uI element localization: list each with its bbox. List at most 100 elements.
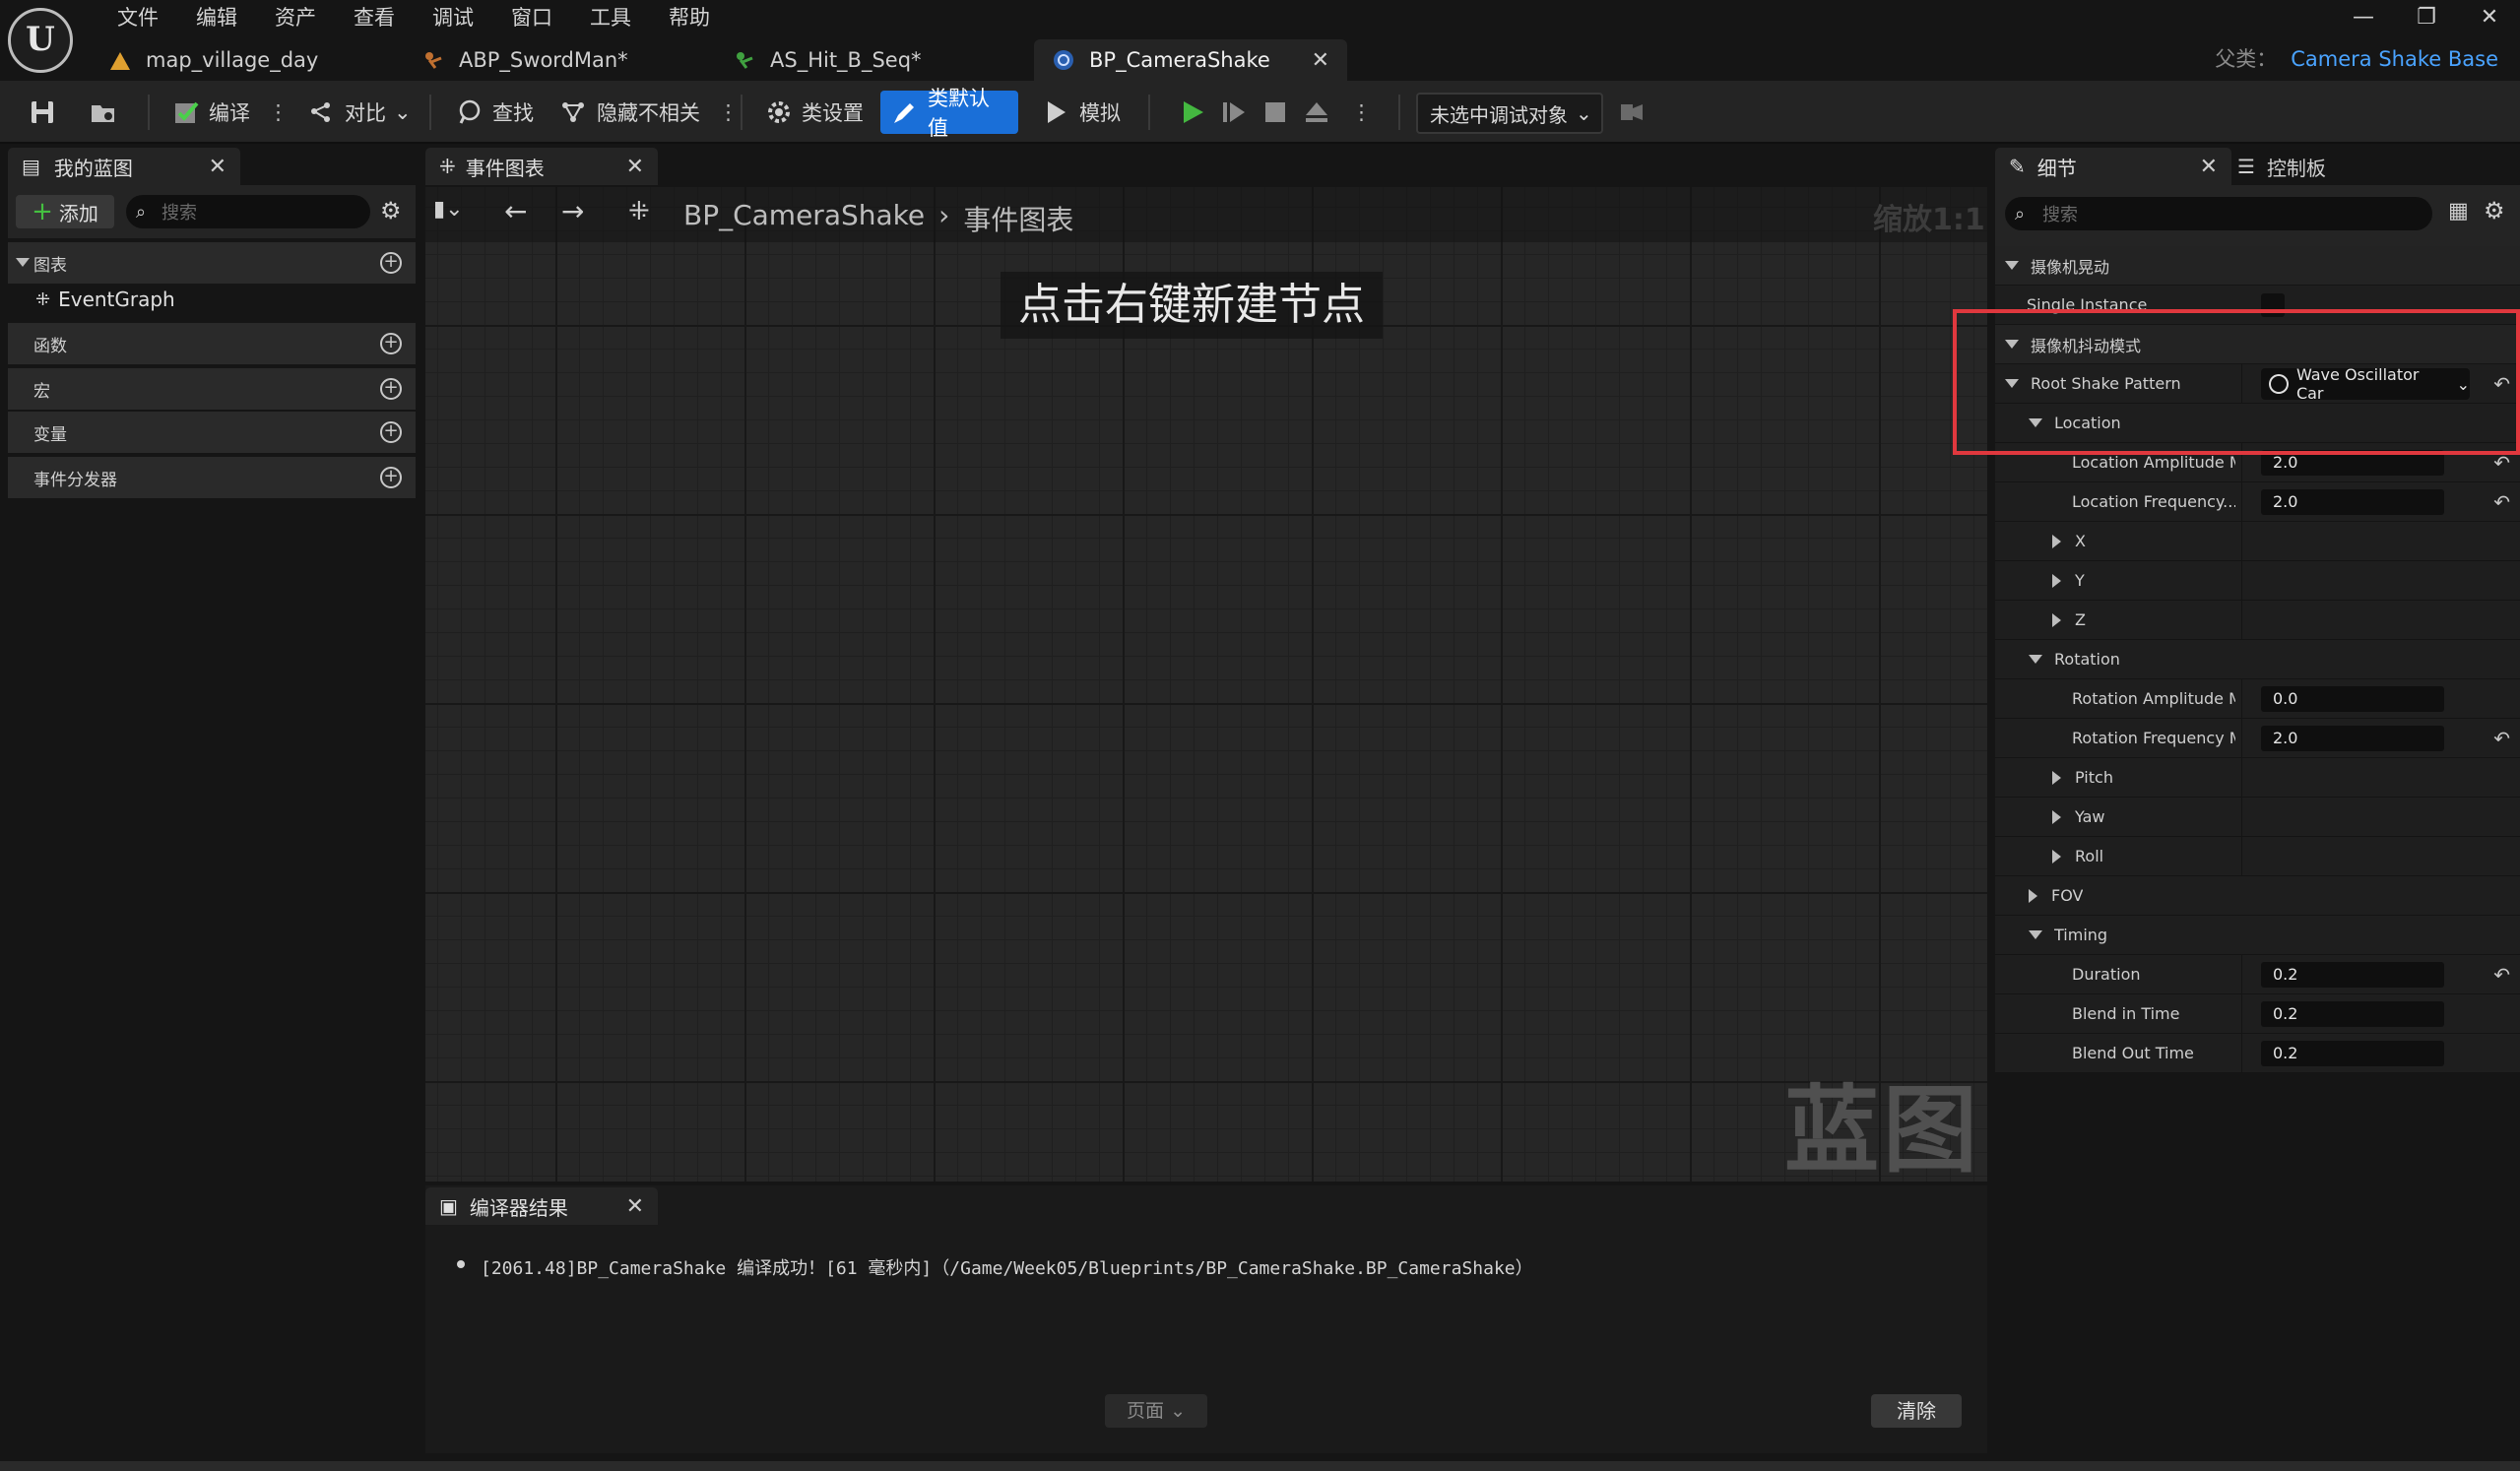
menu-edit[interactable]: 编辑 — [177, 4, 256, 32]
tab-my-blueprint[interactable]: ▤ 我的蓝图 ✕ — [8, 148, 240, 185]
close-icon[interactable]: ✕ — [626, 1194, 644, 1219]
clear-button[interactable]: 清除 — [1871, 1394, 1962, 1428]
tab-palette[interactable]: ☰ 控制板 — [2237, 148, 2326, 185]
debug-object-select[interactable]: 未选中调试对象 ⌄ — [1416, 93, 1603, 134]
parent-class-link[interactable]: Camera Shake Base — [2291, 47, 2498, 71]
add-function-icon[interactable]: + — [380, 333, 402, 354]
breadcrumb-leaf[interactable]: 事件图表 — [963, 199, 1073, 238]
prop-y[interactable]: Y — [1995, 561, 2520, 601]
back-arrow-icon[interactable]: ← — [504, 195, 527, 227]
prop-z[interactable]: Z — [1995, 601, 2520, 640]
close-icon[interactable]: ✕ — [626, 155, 644, 179]
compile-button[interactable]: 编译 ⋮ — [162, 91, 298, 134]
plus-icon: + — [32, 197, 53, 226]
section-functions[interactable]: 函数 + — [8, 323, 416, 364]
section-event-dispatchers[interactable]: 事件分发器 + — [8, 457, 416, 498]
bookmark-icon[interactable]: ▮⌄ — [433, 197, 464, 222]
find-label: 查找 — [492, 101, 534, 125]
add-dispatcher-icon[interactable]: + — [380, 467, 402, 488]
section-graphs[interactable]: 图表 + — [8, 242, 416, 284]
category-camera-shake[interactable]: 摄像机晃动 — [1995, 246, 2520, 286]
tab-map-village-day[interactable]: map_village_day — [91, 39, 336, 81]
menu-tools[interactable]: 工具 — [571, 4, 650, 32]
tab-bp-camerashake[interactable]: BP_CameraShake ✕ — [1034, 39, 1347, 81]
location-amplitude-input[interactable]: 2.0 — [2261, 450, 2444, 476]
close-icon[interactable]: ✕ — [2200, 155, 2218, 179]
restore-icon[interactable]: ❐ — [2397, 0, 2456, 35]
class-defaults-button[interactable]: 类默认值 — [880, 87, 1018, 140]
table-view-icon[interactable]: ▦ — [2448, 199, 2469, 224]
prop-yaw[interactable]: Yaw — [1995, 798, 2520, 837]
event-graph-item[interactable]: ⁜ EventGraph — [35, 288, 175, 311]
hide-unrelated-button[interactable]: 隐藏不相关 ⋮ — [549, 91, 748, 134]
forward-arrow-icon[interactable]: → — [561, 195, 584, 227]
menu-file[interactable]: 文件 — [98, 4, 177, 32]
prop-timing[interactable]: Timing — [1995, 916, 2520, 955]
close-icon[interactable]: ✕ — [209, 155, 226, 179]
prop-roll[interactable]: Roll — [1995, 837, 2520, 876]
add-macro-icon[interactable]: + — [380, 378, 402, 400]
add-graph-icon[interactable]: + — [380, 252, 402, 274]
browse-button[interactable] — [79, 91, 136, 134]
diff-button[interactable]: 对比 ⌄ — [297, 91, 421, 134]
settings-gear-icon[interactable]: ⚙ — [380, 197, 402, 224]
section-variables[interactable]: 变量 + — [8, 412, 416, 453]
add-button[interactable]: + 添加 — [16, 195, 114, 228]
reset-icon[interactable]: ↶ — [2493, 451, 2510, 475]
page-dropdown[interactable]: 页面 ⌄ — [1105, 1394, 1207, 1428]
tab-details[interactable]: ✎ 细节 ✕ — [1995, 148, 2231, 185]
class-settings-button[interactable]: 类设置 — [754, 91, 873, 134]
minimize-icon[interactable]: — — [2334, 0, 2393, 35]
play-options-icon[interactable]: ⋮ — [1341, 91, 1382, 134]
menu-debug[interactable]: 调试 — [414, 4, 492, 32]
compiler-results-icon: ▣ — [439, 1194, 458, 1218]
category-shake-pattern[interactable]: 摄像机抖动模式 — [1995, 325, 2520, 364]
tab-abp-swordman[interactable]: ABP_SwordMan* — [404, 39, 646, 81]
rotation-amplitude-input[interactable]: 0.0 — [2261, 686, 2444, 712]
tab-event-graph[interactable]: ⁜ 事件图表 ✕ — [425, 148, 658, 185]
more-options-icon[interactable]: ⋮ — [718, 100, 739, 124]
root-shake-pattern-select[interactable]: Wave Oscillator Car ⌄ — [2261, 365, 2470, 403]
prop-fov[interactable]: FOV — [1995, 876, 2520, 916]
blend-in-input[interactable]: 0.2 — [2261, 1001, 2444, 1027]
reset-icon[interactable]: ↶ — [2493, 963, 2510, 987]
prop-rotation[interactable]: Rotation — [1995, 640, 2520, 679]
prop-x[interactable]: X — [1995, 522, 2520, 561]
duration-input[interactable]: 0.2 — [2261, 962, 2444, 988]
blueprint-search-input[interactable]: ⌕ 搜索 — [126, 195, 370, 228]
close-icon[interactable]: ✕ — [1312, 48, 1329, 73]
menu-asset[interactable]: 资产 — [256, 4, 335, 32]
find-button[interactable]: 查找 — [445, 91, 544, 134]
section-macros[interactable]: 宏 + — [8, 368, 416, 410]
breadcrumb-root[interactable]: BP_CameraShake — [683, 199, 925, 238]
unreal-logo-icon[interactable]: U — [8, 8, 73, 73]
column-divider — [2241, 994, 2242, 1034]
menu-view[interactable]: 查看 — [335, 4, 414, 32]
prop-pitch[interactable]: Pitch — [1995, 758, 2520, 798]
reset-icon[interactable]: ↶ — [2493, 727, 2510, 750]
reset-icon[interactable]: ↶ — [2493, 490, 2510, 514]
save-button[interactable] — [18, 91, 75, 134]
add-variable-icon[interactable]: + — [380, 421, 402, 443]
single-instance-checkbox[interactable] — [2261, 293, 2285, 317]
menu-help[interactable]: 帮助 — [650, 4, 729, 32]
prop-label: Duration — [2072, 965, 2141, 984]
tab-as-hit-b-seq[interactable]: AS_Hit_B_Seq* — [715, 39, 939, 81]
debug-filter-button[interactable] — [1607, 91, 1664, 134]
more-options-icon[interactable]: ⋮ — [268, 100, 289, 124]
tab-label: 事件图表 — [465, 156, 545, 180]
reset-icon[interactable]: ↶ — [2493, 372, 2510, 396]
menu-window[interactable]: 窗口 — [492, 4, 571, 32]
settings-gear-icon[interactable]: ⚙ — [2484, 197, 2505, 224]
prop-label: Rotation Amplitude M... — [2072, 689, 2235, 708]
rotation-frequency-input[interactable]: 2.0 — [2261, 726, 2444, 751]
close-window-icon[interactable]: ✕ — [2460, 0, 2519, 35]
simulate-button[interactable]: 模拟 — [1032, 91, 1131, 134]
column-divider — [2241, 482, 2242, 522]
location-frequency-input[interactable]: 2.0 — [2261, 489, 2444, 515]
details-search-input[interactable]: ⌕ 搜索 — [2005, 197, 2432, 230]
tab-compiler-results[interactable]: ▣ 编译器结果 ✕ — [425, 1187, 658, 1225]
prop-location[interactable]: Location — [1995, 404, 2520, 443]
blend-out-input[interactable]: 0.2 — [2261, 1041, 2444, 1066]
collapse-icon[interactable] — [2005, 379, 2019, 388]
